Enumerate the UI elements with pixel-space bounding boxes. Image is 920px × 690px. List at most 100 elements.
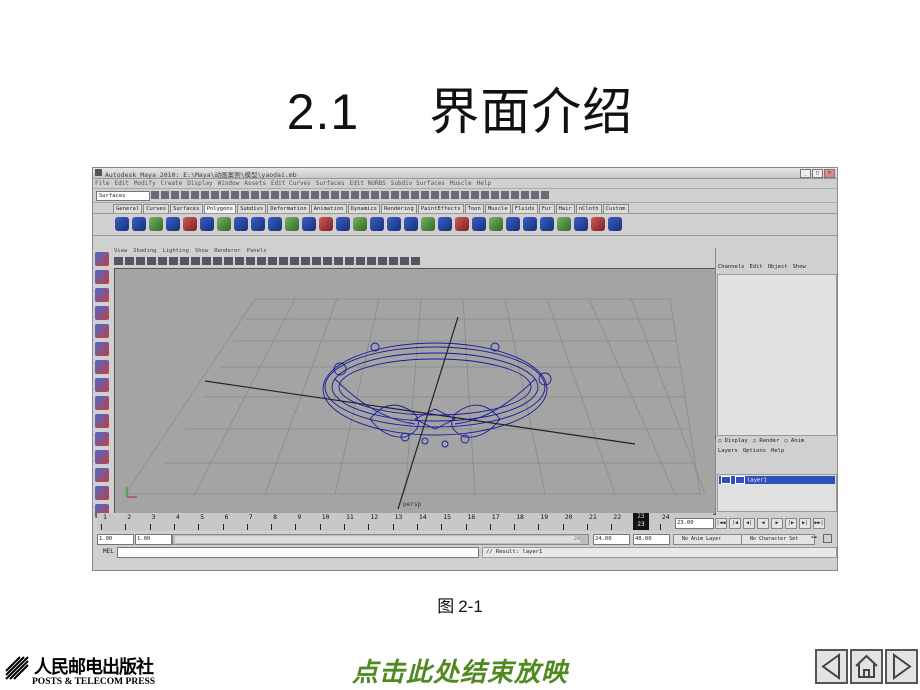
menu-item[interactable]: Window xyxy=(218,180,240,187)
minimize-icon[interactable]: _ xyxy=(800,169,811,178)
panel-tool-icon[interactable] xyxy=(202,257,211,265)
tool-icon[interactable] xyxy=(381,191,389,199)
shelf-tool-icon[interactable] xyxy=(489,217,503,231)
tool-icon[interactable] xyxy=(95,450,109,464)
tool-icon[interactable] xyxy=(531,191,539,199)
shelf-tool-icon[interactable] xyxy=(523,217,537,231)
panel-menu-item[interactable]: Lighting xyxy=(162,248,189,256)
panel-tool-icon[interactable] xyxy=(180,257,189,265)
command-input[interactable] xyxy=(117,547,479,558)
shelf-tab[interactable]: Custom xyxy=(602,204,629,213)
panel-menu-item[interactable]: Renderer xyxy=(214,248,241,256)
shelf-tab[interactable]: Dynamics xyxy=(347,204,380,213)
tool-icon[interactable] xyxy=(271,191,279,199)
shelf-tab[interactable]: Surfaces xyxy=(170,204,203,213)
play-forward-icon[interactable]: ▶ xyxy=(771,518,783,529)
tool-icon[interactable] xyxy=(401,191,409,199)
shelf-tab[interactable]: Toon xyxy=(464,204,484,213)
shelf-tool-icon[interactable] xyxy=(574,217,588,231)
panel-tool-icon[interactable] xyxy=(224,257,233,265)
panel-tool-icon[interactable] xyxy=(268,257,277,265)
shelf-tool-icon[interactable] xyxy=(183,217,197,231)
range-end-inner-field[interactable]: 24.00 xyxy=(593,534,630,545)
tool-icon[interactable] xyxy=(421,191,429,199)
tool-icon[interactable] xyxy=(471,191,479,199)
step-back-icon[interactable]: ◀| xyxy=(743,518,755,529)
layer-menu-item[interactable]: Options xyxy=(743,448,766,454)
channel-menu-item[interactable]: Show xyxy=(793,264,806,270)
shelf-tool-icon[interactable] xyxy=(268,217,282,231)
panel-tool-icon[interactable] xyxy=(312,257,321,265)
panel-tool-icon[interactable] xyxy=(356,257,365,265)
panel-tool-icon[interactable] xyxy=(169,257,178,265)
step-forward-icon[interactable]: |▶ xyxy=(785,518,797,529)
shelf-tool-icon[interactable] xyxy=(438,217,452,231)
key-icon[interactable]: ⊶ xyxy=(811,534,817,541)
tool-icon[interactable] xyxy=(331,191,339,199)
tool-icon[interactable] xyxy=(261,191,269,199)
step-back-key-icon[interactable]: |◀ xyxy=(729,518,741,529)
panel-tool-icon[interactable] xyxy=(334,257,343,265)
menu-item[interactable]: Edit xyxy=(114,180,128,187)
tool-icon[interactable] xyxy=(291,191,299,199)
current-frame-field[interactable]: 23.00 xyxy=(675,518,714,529)
range-end-field[interactable]: 48.00 xyxy=(633,534,670,545)
shelf-tab[interactable]: Muscle xyxy=(484,204,511,213)
layer-menu-item[interactable]: Help xyxy=(771,448,784,454)
tool-icon[interactable] xyxy=(391,191,399,199)
previous-slide-button[interactable] xyxy=(815,649,848,684)
shelf-tool-icon[interactable] xyxy=(251,217,265,231)
next-slide-button[interactable] xyxy=(885,649,918,684)
home-button[interactable] xyxy=(850,649,883,684)
panel-tool-icon[interactable] xyxy=(114,257,123,265)
shelf-tab[interactable]: Deformation xyxy=(267,204,310,213)
panel-menu-item[interactable]: Panels xyxy=(247,248,267,256)
tool-icon[interactable] xyxy=(541,191,549,199)
menu-item[interactable]: Assets xyxy=(244,180,266,187)
shelf-tool-icon[interactable] xyxy=(200,217,214,231)
shelf-tab[interactable]: Fur xyxy=(538,204,555,213)
channel-menu-item[interactable]: Channels xyxy=(718,264,745,270)
close-icon[interactable]: × xyxy=(824,169,835,178)
shelf-tab[interactable]: Fluids xyxy=(511,204,538,213)
tool-icon[interactable] xyxy=(301,191,309,199)
tool-icon[interactable] xyxy=(95,252,109,266)
panel-tool-icon[interactable] xyxy=(136,257,145,265)
shelf-tool-icon[interactable] xyxy=(608,217,622,231)
layer-menu-item[interactable]: Layers xyxy=(718,448,738,454)
panel-tool-icon[interactable] xyxy=(367,257,376,265)
tool-icon[interactable] xyxy=(201,191,209,199)
tool-icon[interactable] xyxy=(321,191,329,199)
panel-menu-item[interactable]: Show xyxy=(195,248,208,256)
panel-menu-item[interactable]: View xyxy=(114,248,127,256)
panel-tool-icon[interactable] xyxy=(411,257,420,265)
tool-icon[interactable] xyxy=(95,306,109,320)
shelf-tab[interactable]: Rendering xyxy=(381,204,417,213)
tool-icon[interactable] xyxy=(481,191,489,199)
panel-tool-icon[interactable] xyxy=(235,257,244,265)
tool-icon[interactable] xyxy=(181,191,189,199)
panel-tool-icon[interactable] xyxy=(191,257,200,265)
shelf-tool-icon[interactable] xyxy=(353,217,367,231)
menu-item[interactable]: Muscle xyxy=(450,180,472,187)
time-slider[interactable]: 23 23 1 2 3 4 5 6 7 8 9 10 11 12 13 14 15 16 17 18 19 20 21 22… xyxy=(97,513,713,531)
menu-item[interactable]: Surfaces xyxy=(316,180,345,187)
tool-icon[interactable] xyxy=(451,191,459,199)
tool-icon[interactable] xyxy=(251,191,259,199)
tool-icon[interactable] xyxy=(461,191,469,199)
shelf-tool-icon[interactable] xyxy=(404,217,418,231)
tool-icon[interactable] xyxy=(351,191,359,199)
shelf-tab[interactable]: Subdivs xyxy=(237,204,267,213)
tool-icon[interactable] xyxy=(95,288,109,302)
shelf-tool-icon[interactable] xyxy=(336,217,350,231)
panel-tool-icon[interactable] xyxy=(301,257,310,265)
shelf-tool-icon[interactable] xyxy=(591,217,605,231)
menu-item[interactable]: Display xyxy=(187,180,212,187)
tool-icon[interactable] xyxy=(191,191,199,199)
maximize-icon[interactable]: □ xyxy=(812,169,823,178)
tool-icon[interactable] xyxy=(431,191,439,199)
tool-icon[interactable] xyxy=(95,486,109,500)
panel-tool-icon[interactable] xyxy=(125,257,134,265)
tool-icon[interactable] xyxy=(211,191,219,199)
range-start-field[interactable]: 1.00 xyxy=(97,534,134,545)
